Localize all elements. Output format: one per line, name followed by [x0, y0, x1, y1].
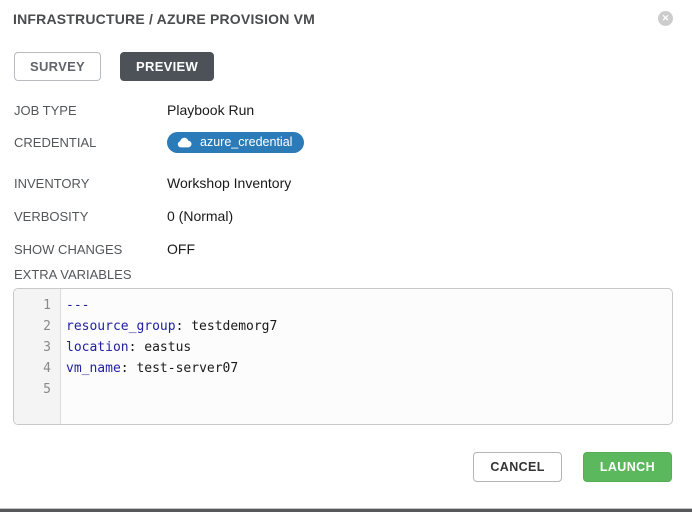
detail-row-job-type: JOB TYPE Playbook Run: [14, 102, 672, 118]
launch-button[interactable]: LAUNCH: [583, 452, 672, 482]
code-line: vm_name: test-server07: [66, 358, 672, 379]
extra-variables-editor[interactable]: 1 2 3 4 5 --- resource_group: testdemorg…: [13, 288, 673, 425]
cloud-icon: [177, 137, 192, 148]
inventory-value: Workshop Inventory: [167, 175, 291, 191]
detail-row-inventory: INVENTORY Workshop Inventory: [14, 175, 672, 191]
job-type-value: Playbook Run: [167, 102, 254, 118]
show-changes-value: OFF: [167, 241, 195, 257]
editor-code-area[interactable]: --- resource_group: testdemorg7 location…: [61, 289, 672, 424]
yaml-value: test-server07: [129, 361, 239, 376]
detail-row-verbosity: VERBOSITY 0 (Normal): [14, 208, 672, 224]
yaml-value: testdemorg7: [183, 319, 277, 334]
yaml-key: ---: [66, 298, 89, 313]
code-line: location: eastus: [66, 337, 672, 358]
credential-label: CREDENTIAL: [14, 135, 167, 150]
window-bottom-border: [0, 509, 692, 512]
line-number: 3: [14, 337, 60, 358]
detail-row-credential: CREDENTIAL azure_credential: [14, 132, 672, 153]
credential-badge[interactable]: azure_credential: [167, 132, 304, 153]
inventory-label: INVENTORY: [14, 176, 167, 191]
action-bar: CANCEL LAUNCH: [473, 452, 672, 482]
yaml-key: resource_group: [66, 319, 176, 334]
extra-variables-label: EXTRA VARIABLES: [14, 267, 132, 282]
tab-bar: SURVEY PREVIEW: [14, 52, 214, 81]
verbosity-label: VERBOSITY: [14, 209, 167, 224]
close-icon: ✕: [662, 13, 670, 23]
line-number: 4: [14, 358, 60, 379]
job-launch-preview-modal: INFRASTRUCTURE / AZURE PROVISION VM ✕ SU…: [0, 0, 692, 514]
cancel-button[interactable]: CANCEL: [473, 452, 561, 482]
page-title: INFRASTRUCTURE / AZURE PROVISION VM: [13, 11, 315, 27]
detail-row-show-changes: SHOW CHANGES OFF: [14, 241, 672, 257]
tab-survey[interactable]: SURVEY: [14, 52, 101, 81]
code-line: ---: [66, 295, 672, 316]
code-line: resource_group: testdemorg7: [66, 316, 672, 337]
credential-badge-label: azure_credential: [200, 135, 292, 149]
close-button[interactable]: ✕: [658, 11, 673, 26]
yaml-value: eastus: [136, 340, 191, 355]
job-type-label: JOB TYPE: [14, 103, 167, 118]
yaml-sep: :: [121, 361, 129, 376]
yaml-key: location: [66, 340, 129, 355]
tab-preview[interactable]: PREVIEW: [120, 52, 214, 81]
line-number: 1: [14, 295, 60, 316]
show-changes-label: SHOW CHANGES: [14, 242, 167, 257]
line-number: 2: [14, 316, 60, 337]
editor-gutter: 1 2 3 4 5: [14, 289, 61, 424]
yaml-key: vm_name: [66, 361, 121, 376]
verbosity-value: 0 (Normal): [167, 208, 233, 224]
line-number: 5: [14, 379, 60, 400]
